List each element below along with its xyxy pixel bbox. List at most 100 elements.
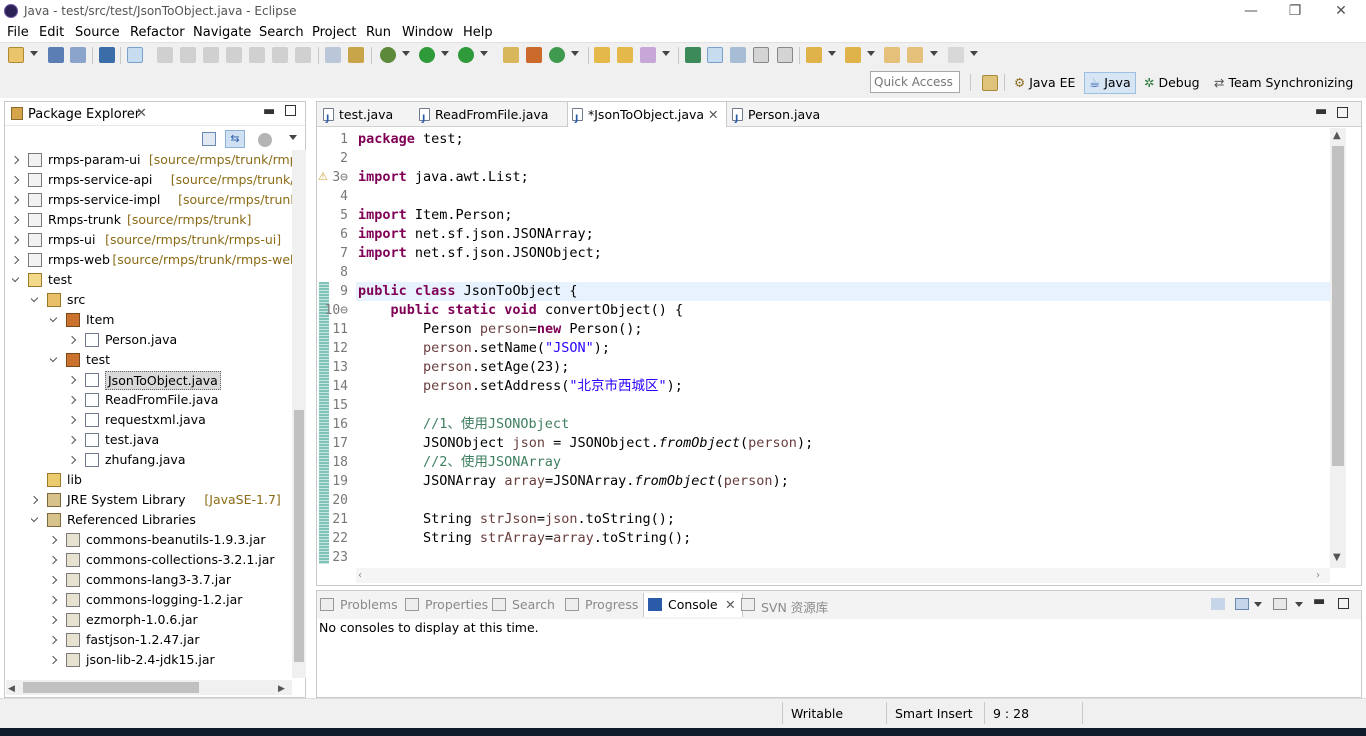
- minimize-console-icon[interactable]: ▬: [1313, 594, 1325, 609]
- paragraph-icon[interactable]: [777, 47, 793, 63]
- menu-file[interactable]: File: [7, 25, 29, 40]
- new-class-icon[interactable]: [549, 47, 565, 63]
- collapsed-twisty-icon[interactable]: [69, 416, 76, 424]
- menu-help[interactable]: Help: [463, 25, 493, 40]
- expanded-twisty-icon[interactable]: [31, 514, 38, 522]
- menu-navigate[interactable]: Navigate: [193, 25, 251, 40]
- run-external-dropdown-icon[interactable]: [480, 51, 488, 56]
- code-line[interactable]: import net.sf.json.JSONObject;: [358, 244, 602, 263]
- menu-refactor[interactable]: Refactor: [130, 25, 185, 40]
- forward-icon[interactable]: [948, 47, 964, 63]
- code-line[interactable]: import Item.Person;: [358, 206, 512, 225]
- link-with-editor-icon[interactable]: ⇆: [225, 130, 245, 148]
- open-console-dropdown-icon[interactable]: [1295, 602, 1303, 607]
- tab-properties[interactable]: Properties: [405, 597, 488, 612]
- open-console-icon[interactable]: [1273, 598, 1287, 610]
- collapsed-twisty-icon[interactable]: [50, 616, 57, 624]
- tree-item[interactable]: Person.java: [69, 330, 292, 350]
- tree-item[interactable]: rmps-service-impl[source/rmps/trunk/rm: [12, 190, 292, 210]
- show-whitespace-icon[interactable]: [753, 47, 769, 63]
- code-line[interactable]: //1、使用JSONObject: [358, 415, 569, 434]
- tree-item[interactable]: commons-beanutils-1.9.3.jar: [50, 530, 292, 550]
- new-class-dropdown-icon[interactable]: [571, 51, 579, 56]
- save-icon[interactable]: [48, 47, 64, 63]
- perspective-team-synchronizing[interactable]: ⇄ Team Synchronizing: [1210, 75, 1357, 90]
- tree-item[interactable]: JsonToObject.java: [69, 370, 292, 390]
- collapsed-twisty-icon[interactable]: [12, 256, 19, 264]
- expanded-twisty-icon[interactable]: [50, 354, 57, 362]
- collapsed-twisty-icon[interactable]: [12, 196, 19, 204]
- code-line[interactable]: import net.sf.json.JSONArray;: [358, 225, 594, 244]
- code-line[interactable]: String strArray=array.toString();: [358, 529, 691, 548]
- maximize-editor-icon[interactable]: [1337, 107, 1348, 118]
- tab-search[interactable]: Search: [492, 597, 555, 612]
- open-task-icon[interactable]: [617, 47, 633, 63]
- new-package-icon[interactable]: [526, 47, 542, 63]
- prev-edit-dropdown-icon[interactable]: [867, 51, 875, 56]
- tree-item[interactable]: requestxml.java: [69, 410, 292, 430]
- menu-run[interactable]: Run: [366, 25, 391, 40]
- scroll-right-icon[interactable]: ▶: [278, 684, 285, 694]
- tree-horizontal-scrollbar[interactable]: ◀ ▶: [6, 680, 292, 695]
- tab-test-java[interactable]: test.java: [319, 102, 415, 127]
- scroll-right-icon[interactable]: ›: [1316, 570, 1320, 581]
- menu-source[interactable]: Source: [75, 25, 120, 40]
- collapsed-twisty-icon[interactable]: [50, 536, 57, 544]
- scroll-left-icon[interactable]: ◀: [8, 684, 15, 694]
- toggle-mark-icon[interactable]: [325, 47, 341, 63]
- tree-item[interactable]: Item: [50, 310, 292, 330]
- collapsed-twisty-icon[interactable]: [50, 636, 57, 644]
- quick-access-input[interactable]: [870, 71, 960, 93]
- menu-project[interactable]: Project: [312, 25, 356, 40]
- new-dropdown-icon[interactable]: [30, 51, 38, 56]
- tree-item[interactable]: commons-logging-1.2.jar: [50, 590, 292, 610]
- collapse-all-icon[interactable]: [202, 132, 216, 146]
- perspective-debug[interactable]: ✲ Debug: [1140, 75, 1204, 90]
- new-java-project-icon[interactable]: [503, 47, 519, 63]
- code-line[interactable]: package test;: [358, 130, 464, 149]
- open-console-icon[interactable]: [99, 47, 115, 63]
- collapsed-twisty-icon[interactable]: [12, 176, 19, 184]
- perspective-java[interactable]: ☕ Java: [1084, 72, 1136, 94]
- tree-item[interactable]: JRE System Library[JavaSE-1.7]: [31, 490, 292, 510]
- perspective-java-ee[interactable]: ⚙ Java EE: [1010, 75, 1079, 90]
- tree-item[interactable]: commons-lang3-3.7.jar: [50, 570, 292, 590]
- scroll-left-icon[interactable]: ‹: [358, 570, 362, 581]
- tab-problems[interactable]: Problems: [320, 597, 398, 612]
- tab-jsontoobject-java[interactable]: *JsonToObject.java✕: [567, 102, 727, 127]
- tree-item[interactable]: rmps-ui[source/rmps/trunk/rmps-ui]: [12, 230, 292, 250]
- scroll-down-icon[interactable]: ▼: [1333, 552, 1341, 563]
- toggle-highlight-icon[interactable]: [707, 47, 723, 63]
- code-line[interactable]: public class JsonToObject {: [358, 282, 577, 301]
- code-line[interactable]: import java.awt.List;: [358, 168, 529, 187]
- collapsed-twisty-icon[interactable]: [50, 576, 57, 584]
- debug-icon[interactable]: [380, 47, 396, 63]
- tab-person-java[interactable]: Person.java: [728, 102, 838, 127]
- editor-vertical-scroll-thumb[interactable]: [1332, 146, 1344, 466]
- tree-horizontal-scroll-thumb[interactable]: [23, 682, 199, 693]
- collapsed-twisty-icon[interactable]: [31, 496, 38, 504]
- close-tab-icon[interactable]: ✕: [708, 102, 718, 127]
- close-button[interactable]: ✕: [1326, 2, 1356, 20]
- collapsed-twisty-icon[interactable]: [50, 656, 57, 664]
- code-line[interactable]: public static void convertObject() {: [358, 301, 683, 320]
- collapsed-twisty-icon[interactable]: [69, 396, 76, 404]
- collapsed-twisty-icon[interactable]: [69, 456, 76, 464]
- run-external-icon[interactable]: [458, 47, 474, 63]
- tab-readfromfile-java[interactable]: ReadFromFile.java: [415, 102, 565, 127]
- code-line[interactable]: person.setName("JSON");: [358, 339, 610, 358]
- back-icon[interactable]: [907, 47, 923, 63]
- collapsed-twisty-icon[interactable]: [69, 376, 76, 384]
- debug-dropdown-icon[interactable]: [402, 51, 410, 56]
- tree-item[interactable]: lib: [31, 470, 292, 490]
- tree-item[interactable]: ReadFromFile.java: [69, 390, 292, 410]
- next-annotation-icon[interactable]: [685, 47, 701, 63]
- tree-vertical-scrollbar[interactable]: [292, 150, 306, 678]
- tree-vertical-scroll-thumb[interactable]: [294, 410, 304, 662]
- save-all-icon[interactable]: [70, 47, 86, 63]
- maximize-console-icon[interactable]: [1338, 598, 1349, 609]
- collapsed-twisty-icon[interactable]: [12, 236, 19, 244]
- next-edit-dropdown-icon[interactable]: [828, 51, 836, 56]
- expanded-twisty-icon[interactable]: [31, 294, 38, 302]
- collapsed-twisty-icon[interactable]: [12, 216, 19, 224]
